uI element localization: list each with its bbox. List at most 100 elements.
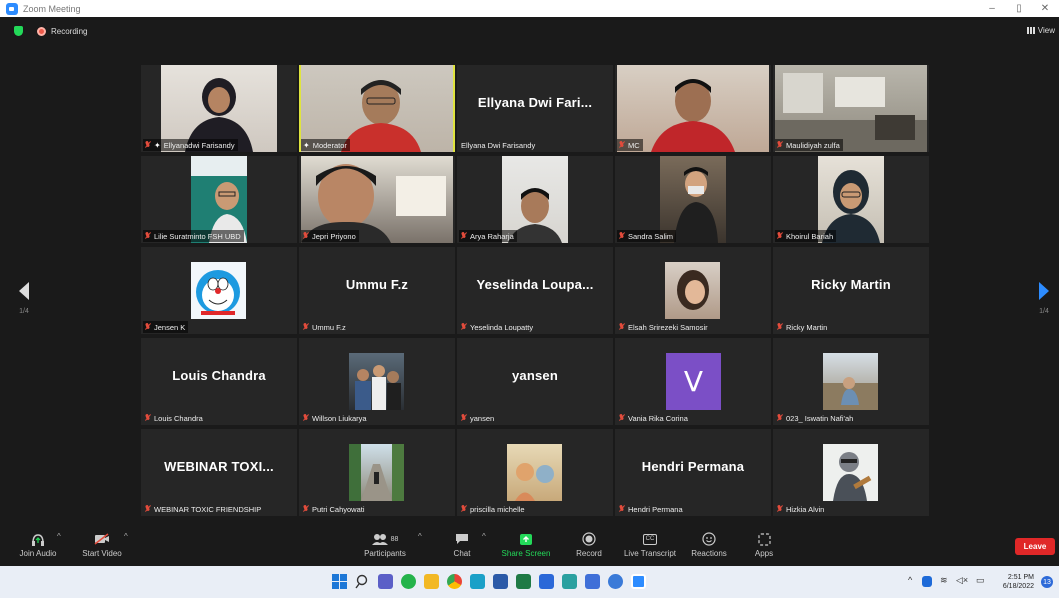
prev-page-button[interactable]: 1/4 <box>14 282 34 315</box>
participant-display-name: WEBINAR TOXI... <box>164 459 274 474</box>
chat-button[interactable]: Chat <box>447 532 477 558</box>
participant-label: Ummu F.z <box>301 321 349 333</box>
windows-start-icon[interactable] <box>332 574 347 589</box>
participant-label: Putri Cahyowati <box>301 503 368 515</box>
chrome-icon[interactable] <box>447 574 462 589</box>
start-video-button[interactable]: Start Video <box>77 532 127 558</box>
edge-icon[interactable] <box>470 574 485 589</box>
mic-muted-icon <box>619 232 625 240</box>
participant-tile[interactable]: Hizkia Alvin <box>773 429 929 516</box>
mic-muted-icon <box>777 414 783 422</box>
participant-tile[interactable]: Elsah Srirezeki Samosir <box>615 247 771 334</box>
participant-tile[interactable]: MC <box>615 65 771 152</box>
system-clock[interactable]: 2:51 PM 6/18/2022 <box>1003 573 1034 591</box>
dropbox-tray-icon[interactable] <box>922 576 932 587</box>
security-shield-icon[interactable] <box>14 26 23 36</box>
join-audio-button[interactable]: Join Audio <box>15 532 61 558</box>
participant-tile[interactable]: Lilie Suratminto FSH UBD <box>141 156 297 243</box>
share-screen-icon <box>500 532 552 546</box>
participant-tile[interactable]: ✦ Moderator <box>299 65 455 152</box>
participant-label: Maulidiyah zulfa <box>775 139 843 151</box>
record-button[interactable]: Record <box>572 532 606 558</box>
mic-muted-icon <box>303 323 309 331</box>
search-icon[interactable] <box>355 574 370 589</box>
messenger-icon[interactable] <box>608 574 623 589</box>
participants-button[interactable]: 88 Participants <box>360 532 410 558</box>
tray-chevron-up-icon[interactable]: ^ <box>908 575 912 585</box>
participant-tile[interactable]: Putri Cahyowati <box>299 429 455 516</box>
view-button[interactable]: View <box>1026 26 1055 35</box>
participant-tile[interactable]: Ummu F.z Ummu F.z <box>299 247 455 334</box>
participant-label: Sandra Salim <box>617 230 677 242</box>
participant-tile[interactable]: Louis Chandra Louis Chandra <box>141 338 297 425</box>
volume-icon[interactable]: ◁× <box>956 575 968 586</box>
video-off-icon <box>77 532 127 546</box>
participant-tile[interactable]: Jensen K <box>141 247 297 334</box>
participant-tile[interactable]: Ricky Martin Ricky Martin <box>773 247 929 334</box>
participant-tile[interactable]: Sandra Salim <box>615 156 771 243</box>
participant-tile[interactable]: Khoirul Bariah <box>773 156 929 243</box>
participant-label: yansen <box>459 412 497 424</box>
next-page-button[interactable]: 1/4 <box>1034 282 1054 315</box>
video-options-caret[interactable]: ^ <box>124 532 128 541</box>
minimize-button[interactable]: – <box>980 0 1004 17</box>
participant-name: Hendri Permana <box>628 504 683 514</box>
whatsapp-icon[interactable] <box>401 574 416 589</box>
share-screen-button[interactable]: Share Screen <box>500 532 552 558</box>
battery-icon[interactable]: ▭ <box>976 575 985 586</box>
chat-options-caret[interactable]: ^ <box>482 532 486 541</box>
meeting-toolbar: Join Audio ^ Start Video ^ 88 Participan… <box>0 528 1059 566</box>
participant-tile[interactable]: Hendri Permana Hendri Permana <box>615 429 771 516</box>
excel-icon[interactable] <box>516 574 531 589</box>
participant-tile[interactable]: Willson Liukarya <box>299 338 455 425</box>
mic-muted-icon <box>145 141 151 149</box>
participant-tile[interactable]: priscilla michelle <box>457 429 613 516</box>
participant-tile[interactable]: V Vania Rika Corina <box>615 338 771 425</box>
close-button[interactable]: ✕ <box>1033 0 1057 17</box>
restore-button[interactable]: ▯ <box>1007 0 1031 17</box>
participant-tile[interactable]: Jepri Priyono <box>299 156 455 243</box>
participant-name: Yeselinda Loupatty <box>470 322 534 332</box>
participant-label: Hendri Permana <box>617 503 686 515</box>
participant-name: Vania Rika Corina <box>628 413 688 423</box>
mic-muted-icon <box>145 505 151 513</box>
participants-options-caret[interactable]: ^ <box>418 532 422 541</box>
record-label: Record <box>576 549 602 558</box>
notes-icon[interactable] <box>562 574 577 589</box>
participant-label: Arya Raharja <box>459 230 517 242</box>
wifi-icon[interactable]: ≋ <box>940 575 948 586</box>
participant-tile[interactable]: Arya Raharja <box>457 156 613 243</box>
participant-name: Arya Raharja <box>470 231 514 241</box>
notification-badge[interactable]: 13 <box>1041 576 1053 588</box>
participant-name: Willson Liukarya <box>312 413 367 423</box>
participant-name: Ellyana Dwi Farisandy <box>461 140 536 150</box>
participant-video <box>507 444 562 501</box>
participant-label: Yeselinda Loupatty <box>459 321 536 333</box>
mic-muted-icon <box>303 414 309 422</box>
participant-tile[interactable]: Ellyana Dwi Fari... Ellyana Dwi Farisand… <box>457 65 613 152</box>
reactions-button[interactable]: Reactions <box>689 532 729 558</box>
apps-button[interactable]: Apps <box>750 532 778 558</box>
audio-options-caret[interactable]: ^ <box>57 532 61 541</box>
participant-tile[interactable]: WEBINAR TOXI... WEBINAR TOXIC FRIENDSHIP <box>141 429 297 516</box>
participant-label: Ellyana Dwi Farisandy <box>459 139 538 151</box>
teams-icon[interactable] <box>378 574 393 589</box>
participant-video <box>823 353 878 410</box>
participant-name: Jepri Priyono <box>312 231 356 241</box>
participant-tile[interactable]: yansen yansen <box>457 338 613 425</box>
browser-icon[interactable] <box>539 574 554 589</box>
file-explorer-icon[interactable] <box>424 574 439 589</box>
calendar-icon[interactable] <box>585 574 600 589</box>
participant-tile[interactable]: Maulidiyah zulfa <box>773 65 929 152</box>
word-icon[interactable] <box>493 574 508 589</box>
live-transcript-button[interactable]: CC Live Transcript <box>620 532 680 558</box>
participant-tile[interactable]: 023_ Iswatin Nafi'ah <box>773 338 929 425</box>
headphones-icon <box>15 532 61 546</box>
zoom-taskbar-icon[interactable] <box>631 574 646 589</box>
leave-button[interactable]: Leave <box>1015 538 1055 555</box>
participant-photo <box>349 444 404 501</box>
participant-tile[interactable]: Yeselinda Loupa... Yeselinda Loupatty <box>457 247 613 334</box>
participant-display-name: Ellyana Dwi Fari... <box>477 95 593 110</box>
recording-indicator: Recording <box>14 26 87 36</box>
participant-tile[interactable]: ✦ Ellyanadwi Farisandy <box>141 65 297 152</box>
